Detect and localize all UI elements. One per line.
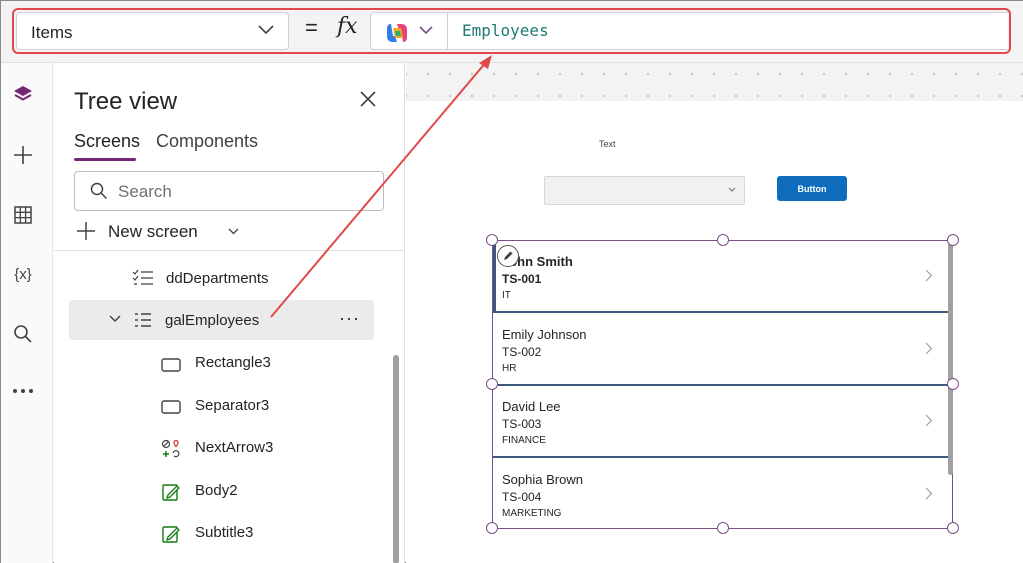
resize-handle[interactable] bbox=[947, 522, 959, 534]
left-rail: {x} bbox=[1, 63, 53, 563]
gallery-row[interactable]: David Lee TS-003 FINANCE bbox=[493, 386, 948, 458]
gallery-control-icon bbox=[135, 313, 151, 327]
gallery-row[interactable]: Sophia Brown TS-004 MARKETING bbox=[493, 459, 948, 531]
tab-active-indicator bbox=[74, 158, 136, 161]
gallery-title: David Lee bbox=[502, 399, 561, 414]
chevron-down-icon bbox=[728, 187, 736, 192]
text-edit-icon bbox=[162, 484, 180, 501]
tree-node-subtitle3[interactable]: Subtitle3 bbox=[195, 524, 253, 541]
row-separator bbox=[493, 311, 948, 313]
tree-node-rectangle3[interactable]: Rectangle3 bbox=[195, 354, 271, 371]
gallery-body: MARKETING bbox=[502, 508, 562, 519]
next-arrow-icon[interactable] bbox=[925, 414, 933, 427]
tree-node-galemployees[interactable]: galEmployees ··· bbox=[69, 300, 374, 340]
tree-node-label: ddDepartments bbox=[166, 269, 269, 287]
canvas-dropdown[interactable] bbox=[544, 176, 745, 205]
table-icon[interactable] bbox=[11, 203, 35, 227]
search-icon bbox=[90, 182, 108, 200]
employee-gallery[interactable]: John Smith TS-001 IT Emily Johnson TS-00… bbox=[492, 240, 953, 529]
resize-handle[interactable] bbox=[947, 234, 959, 246]
chevron-down-icon[interactable] bbox=[109, 315, 121, 323]
close-icon[interactable] bbox=[359, 90, 377, 108]
selected-row-indicator bbox=[493, 241, 496, 311]
row-separator bbox=[493, 456, 948, 458]
annotation-highlight bbox=[12, 8, 1011, 54]
next-arrow-icon[interactable] bbox=[925, 269, 933, 282]
rectangle-icon bbox=[161, 358, 181, 372]
tree-scrollbar[interactable] bbox=[393, 355, 399, 563]
gallery-row[interactable]: John Smith TS-001 IT bbox=[493, 241, 948, 313]
tree-node-separator3[interactable]: Separator3 bbox=[195, 397, 269, 414]
resize-handle[interactable] bbox=[717, 234, 729, 246]
canvas-button[interactable]: Button bbox=[777, 176, 847, 201]
layers-icon[interactable] bbox=[11, 83, 35, 107]
variables-icon[interactable]: {x} bbox=[8, 262, 38, 286]
app-frame: Items = fx Employees {x} Tree view Scree… bbox=[0, 0, 1023, 563]
resize-handle[interactable] bbox=[486, 522, 498, 534]
gallery-scrollbar[interactable] bbox=[948, 243, 953, 475]
tree-node-body2[interactable]: Body2 bbox=[195, 482, 238, 499]
canvas-ruler bbox=[406, 63, 1023, 101]
gallery-subtitle: TS-001 bbox=[502, 272, 542, 286]
gallery-body: IT bbox=[502, 290, 511, 301]
icon-control-icon bbox=[161, 439, 180, 458]
canvas-text-label[interactable]: Text bbox=[599, 139, 616, 149]
divider bbox=[54, 250, 404, 251]
tree-search-input[interactable]: Search bbox=[74, 171, 384, 211]
tree-node-dddepartments[interactable]: ddDepartments bbox=[132, 260, 269, 296]
gallery-title: Sophia Brown bbox=[502, 472, 583, 487]
gallery-body: FINANCE bbox=[502, 435, 546, 446]
resize-handle[interactable] bbox=[947, 378, 959, 390]
text-edit-icon bbox=[162, 526, 180, 543]
more-icon[interactable] bbox=[11, 379, 35, 403]
more-options-icon[interactable]: ··· bbox=[339, 308, 360, 329]
new-screen-label: New screen bbox=[108, 222, 198, 241]
gallery-body: HR bbox=[502, 363, 517, 374]
gallery-title: Emily Johnson bbox=[502, 327, 587, 342]
gallery-subtitle: TS-003 bbox=[502, 417, 542, 431]
gallery-row[interactable]: Emily Johnson TS-002 HR bbox=[493, 314, 948, 386]
search-icon[interactable] bbox=[11, 322, 35, 346]
gallery-subtitle: TS-004 bbox=[502, 490, 542, 504]
next-arrow-icon[interactable] bbox=[925, 487, 933, 500]
rectangle-icon bbox=[161, 400, 181, 414]
resize-handle[interactable] bbox=[717, 522, 729, 534]
plus-icon[interactable] bbox=[11, 143, 35, 167]
resize-handle[interactable] bbox=[486, 378, 498, 390]
chevron-down-icon bbox=[228, 228, 239, 235]
dropdown-control-icon bbox=[132, 269, 153, 285]
canvas-area: Text Button John Smith TS-001 IT Emily J… bbox=[406, 63, 1023, 563]
tree-node-nextarrow3[interactable]: NextArrow3 bbox=[195, 439, 273, 456]
tab-components[interactable]: Components bbox=[156, 131, 258, 152]
resize-handle[interactable] bbox=[486, 234, 498, 246]
gallery-subtitle: TS-002 bbox=[502, 345, 542, 359]
plus-icon bbox=[77, 222, 95, 240]
formula-bar: Items = fx Employees bbox=[1, 1, 1023, 63]
tree-view-title: Tree view bbox=[74, 88, 178, 115]
edit-pencil-icon[interactable] bbox=[497, 245, 519, 267]
tree-node-label: galEmployees bbox=[165, 312, 260, 329]
tree-view-panel: Tree view Screens Components Search New … bbox=[54, 63, 405, 563]
tab-screens[interactable]: Screens bbox=[74, 131, 140, 152]
next-arrow-icon[interactable] bbox=[925, 342, 933, 355]
search-placeholder: Search bbox=[118, 182, 172, 201]
